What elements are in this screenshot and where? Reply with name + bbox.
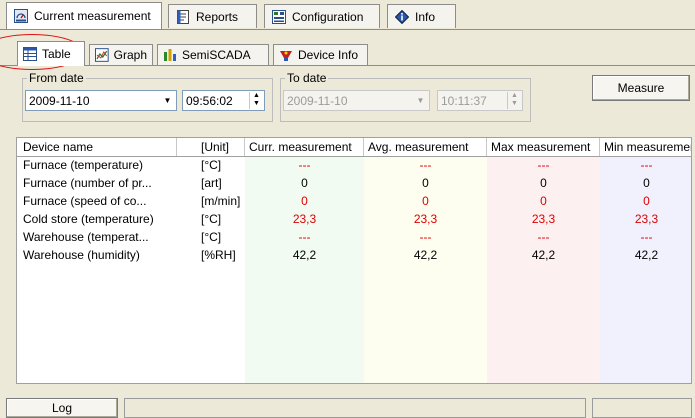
from-date-value: 2009-11-10 [29,93,90,108]
table-icon [23,47,37,61]
from-time-value: 09:56:02 [186,93,233,108]
cell-min: 42,2 [634,248,659,262]
cell-unit: [art] [201,176,222,190]
measure-button[interactable]: Measure [592,75,690,101]
cell-name: Furnace (speed of co... [23,194,147,208]
header-curr[interactable]: Curr. measurement [245,138,364,156]
subtab-label: Device Info [298,48,359,62]
cell-unit: [%RH] [201,248,236,262]
table-row[interactable]: Furnace (speed of co... [m/min] 0 0 0 0 [17,193,691,209]
table-header: Device name [Unit] Curr. measurement Avg… [17,138,691,157]
table-row[interactable]: Warehouse (humidity) [%RH] 42,2 42,2 42,2 42,… [17,247,691,263]
cell-avg: 0 [422,194,429,208]
cell-max: 23,3 [531,212,556,226]
to-time-value: 10:11:37 [441,93,487,108]
sub-tab-bar [0,65,695,66]
cell-name: Cold store (temperature) [23,212,154,226]
cell-min: --- [640,230,653,244]
log-button[interactable]: Log [6,398,118,418]
chevron-down-icon[interactable]: ▼ [413,92,428,109]
cell-avg: --- [419,230,432,244]
tab-label: Info [415,9,436,24]
cell-unit: [°C] [201,158,222,172]
configuration-icon [272,9,286,24]
status-panel [592,398,692,418]
cell-name: Furnace (number of pr... [23,176,152,190]
measure-label: Measure [617,81,665,95]
from-time-field[interactable]: 09:56:02 ▲ ▼ [182,90,265,111]
report-icon [177,9,189,24]
to-date-group: To date 2009-11-10 ▼ 10:11:37 ▲ ▼ [280,71,531,122]
cell-curr: 23,3 [292,212,317,226]
cell-max: 0 [540,194,547,208]
header-min[interactable]: Min measurement [600,138,691,156]
subtab-graph[interactable]: Graph [89,44,153,65]
tab-info[interactable]: Info [387,4,456,28]
cell-max: --- [537,158,550,172]
table-row[interactable]: Furnace (number of pr... [art] 0 0 0 0 [17,175,691,191]
main-tab-bar [0,29,695,30]
gauge-icon [14,9,28,23]
cell-curr: 0 [301,194,308,208]
subtab-label: SemiSCADA [182,48,251,62]
to-date-value: 2009-11-10 [287,93,348,108]
to-date-picker[interactable]: 2009-11-10 ▼ [283,90,430,111]
cell-avg: 42,2 [413,248,438,262]
subtab-table[interactable]: Table [17,41,85,66]
cell-name: Furnace (temperature) [23,158,144,172]
cell-min: 23,3 [634,212,659,226]
tab-current-measurement[interactable]: Current measurement [6,2,162,29]
subtab-label: Graph [113,48,147,62]
info-icon [395,9,409,24]
subtab-semiscada[interactable]: SemiSCADA [157,44,269,65]
cell-avg: 23,3 [413,212,438,226]
cell-avg: --- [419,158,432,172]
tab-label: Current measurement [34,9,151,23]
from-date-picker[interactable]: 2009-11-10 ▼ [25,90,177,111]
cell-name: Warehouse (temperat... [23,230,149,244]
tab-configuration[interactable]: Configuration [264,4,380,28]
to-time-field[interactable]: 10:11:37 ▲ ▼ [437,90,523,111]
table-row[interactable]: Furnace (temperature) [°C] --- --- --- --- [17,157,691,173]
subtab-label: Table [42,47,71,61]
cell-name: Warehouse (humidity) [23,248,140,262]
cell-curr: 42,2 [292,248,317,262]
cell-max: 42,2 [531,248,556,262]
cell-curr: --- [298,158,311,172]
subtab-device-info[interactable]: Device Info [273,44,368,65]
header-device-name[interactable]: Device name [17,138,177,156]
cell-max: --- [537,230,550,244]
cell-unit: [m/min] [201,194,241,208]
table-row[interactable]: Warehouse (temperat... [°C] --- --- --- --- [17,229,691,245]
cell-min: --- [640,158,653,172]
spin-icon[interactable]: ▲ ▼ [507,92,521,109]
measurement-table: Device name [Unit] Curr. measurement Avg… [16,137,692,384]
spin-icon[interactable]: ▲ ▼ [249,92,263,109]
cell-curr: --- [298,230,311,244]
header-unit[interactable]: [Unit] [177,138,245,156]
cell-unit: [°C] [201,230,222,244]
header-max[interactable]: Max measurement [487,138,600,156]
to-date-label: To date [285,71,329,85]
device-info-icon [280,51,292,61]
log-label: Log [51,401,73,415]
header-avg[interactable]: Avg. measurement [364,138,487,156]
cell-curr: 0 [301,176,308,190]
cell-avg: 0 [422,176,429,190]
semiscada-icon [164,49,176,61]
table-row[interactable]: Cold store (temperature) [°C] 23,3 23,3 23,3… [17,211,691,227]
cell-min: 0 [643,194,650,208]
cell-min: 0 [643,176,650,190]
tab-label: Reports [196,9,239,24]
tab-label: Configuration [292,9,364,24]
tab-reports[interactable]: Reports [168,4,257,28]
status-bar [124,398,586,418]
chevron-down-icon[interactable]: ▼ [160,92,175,109]
graph-icon [95,48,109,62]
from-date-label: From date [27,71,86,85]
cell-unit: [°C] [201,212,222,226]
cell-max: 0 [540,176,547,190]
from-date-group: From date 2009-11-10 ▼ 09:56:02 ▲ ▼ [22,71,273,122]
